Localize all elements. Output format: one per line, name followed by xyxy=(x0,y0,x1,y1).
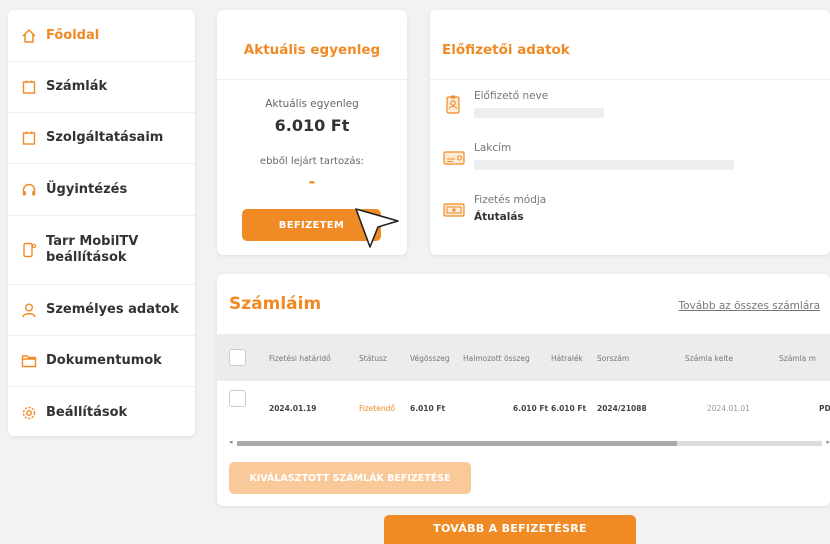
address-card-icon xyxy=(442,146,466,168)
table-header: Fizetési határidő Státusz Végösszeg Halm… xyxy=(217,334,830,381)
column-header: Fizetési határidő xyxy=(269,354,331,363)
subscriber-name-label: Előfizető neve xyxy=(474,90,549,102)
sidebar-item-documents[interactable]: Dokumentumok xyxy=(8,336,195,387)
sidebar-item-label: Szolgáltatásaim xyxy=(46,130,164,145)
arrears-amount: 6.010 Ft xyxy=(551,404,587,413)
sidebar-item-label: Beállítások xyxy=(46,405,128,420)
subscriber-name-row: Előfizető neve xyxy=(442,90,604,118)
sidebar-item-label: Személyes adatok xyxy=(46,302,179,317)
payment-method-row: Fizetés módja Átutalás xyxy=(442,194,546,223)
column-header: Számla m xyxy=(779,354,816,363)
row-checkbox[interactable] xyxy=(229,390,246,407)
subscriber-card: Előfizetői adatok Előfizető neve Lakcím … xyxy=(430,10,830,255)
mouse-cursor-icon xyxy=(354,207,400,253)
gear-icon xyxy=(20,404,38,422)
invoice-extra: PD xyxy=(819,404,830,413)
column-header: Halmozott összeg xyxy=(463,354,530,363)
due-date: 2024.01.19 xyxy=(269,404,317,413)
total-amount: 6.010 Ft xyxy=(410,404,446,413)
continue-to-payment-button[interactable]: TOVÁBB A BEFIZETÉSRE xyxy=(384,515,636,544)
sidebar-item-home[interactable]: Főoldal xyxy=(8,10,195,62)
column-header: Végösszeg xyxy=(410,354,450,363)
invoices-title: Számláim xyxy=(229,294,322,314)
sidebar-item-label: Számlák xyxy=(46,79,108,94)
column-header: Sorszám xyxy=(597,354,630,363)
id-badge-icon xyxy=(442,94,466,116)
sidebar-item-label: Tarr MobilTV beállítások xyxy=(46,234,139,265)
divider xyxy=(430,79,830,80)
balance-value: 6.010 Ft xyxy=(274,116,350,135)
scrollbar-thumb[interactable] xyxy=(237,441,677,446)
overdue-label: ebből lejárt tartozás: xyxy=(259,156,365,167)
sidebar: Főoldal Számlák Szolgáltatásaim Ügyintéz… xyxy=(8,10,195,436)
invoice-date: 2024.01.01 xyxy=(707,404,750,413)
overdue-value: - xyxy=(308,172,316,191)
select-all-checkbox[interactable] xyxy=(229,349,246,366)
all-invoices-link[interactable]: Tovább az összes számlára xyxy=(678,300,820,312)
scroll-right-icon[interactable]: ▸ xyxy=(826,438,830,446)
column-header: Hátralék xyxy=(551,354,583,363)
sidebar-item-mobiletv[interactable]: Tarr MobilTV beállítások xyxy=(8,216,195,285)
sidebar-item-label: Dokumentumok xyxy=(46,353,162,368)
sidebar-item-personal[interactable]: Személyes adatok xyxy=(8,285,195,336)
pay-selected-invoices-button[interactable]: KIVÁLASZTOTT SZÁMLÁK BEFIZETÉSE xyxy=(229,462,471,494)
divider xyxy=(217,79,407,80)
column-header: Számla kelte xyxy=(685,354,733,363)
sidebar-item-label: Főoldal xyxy=(46,27,100,43)
cumulative-amount: 6.010 Ft xyxy=(513,404,549,413)
table-row[interactable]: 2024.01.19 Fizetendő 6.010 Ft 6.010 Ft 6… xyxy=(217,381,830,431)
invoices-card: Számláim Tovább az összes számlára Fizet… xyxy=(217,274,830,506)
payment-method-label: Fizetés módja xyxy=(474,194,547,206)
balance-card-title: Aktuális egyenleg xyxy=(243,42,381,58)
status-text: Fizetendő xyxy=(359,404,396,413)
sidebar-item-invoices[interactable]: Számlák xyxy=(8,62,195,113)
sidebar-item-support[interactable]: Ügyintézés xyxy=(8,164,195,216)
column-header: Státusz xyxy=(359,354,387,363)
address-row: Lakcím xyxy=(442,142,734,170)
scroll-left-icon[interactable]: ◂ xyxy=(229,438,233,446)
home-icon xyxy=(20,27,38,45)
horizontal-scrollbar[interactable]: ◂ ▸ xyxy=(229,437,830,449)
user-icon xyxy=(20,301,38,319)
sidebar-item-settings[interactable]: Beállítások xyxy=(8,387,195,436)
payment-method-value: Átutalás xyxy=(474,211,524,223)
sidebar-item-label: Ügyintézés xyxy=(46,181,128,197)
sidebar-item-services[interactable]: Szolgáltatásaim xyxy=(8,113,195,164)
bank-transfer-icon xyxy=(442,198,466,220)
balance-label: Aktuális egyenleg xyxy=(265,98,359,110)
services-icon xyxy=(20,129,38,147)
redacted-value xyxy=(474,108,604,118)
folder-icon xyxy=(20,352,38,370)
subscriber-card-title: Előfizetői adatok xyxy=(442,42,570,58)
headset-icon xyxy=(20,181,38,199)
invoice-number: 2024/21088 xyxy=(597,404,647,413)
mobile-tv-icon xyxy=(20,241,38,259)
invoice-icon xyxy=(20,78,38,96)
address-label: Lakcím xyxy=(474,142,512,154)
redacted-value xyxy=(474,160,734,170)
